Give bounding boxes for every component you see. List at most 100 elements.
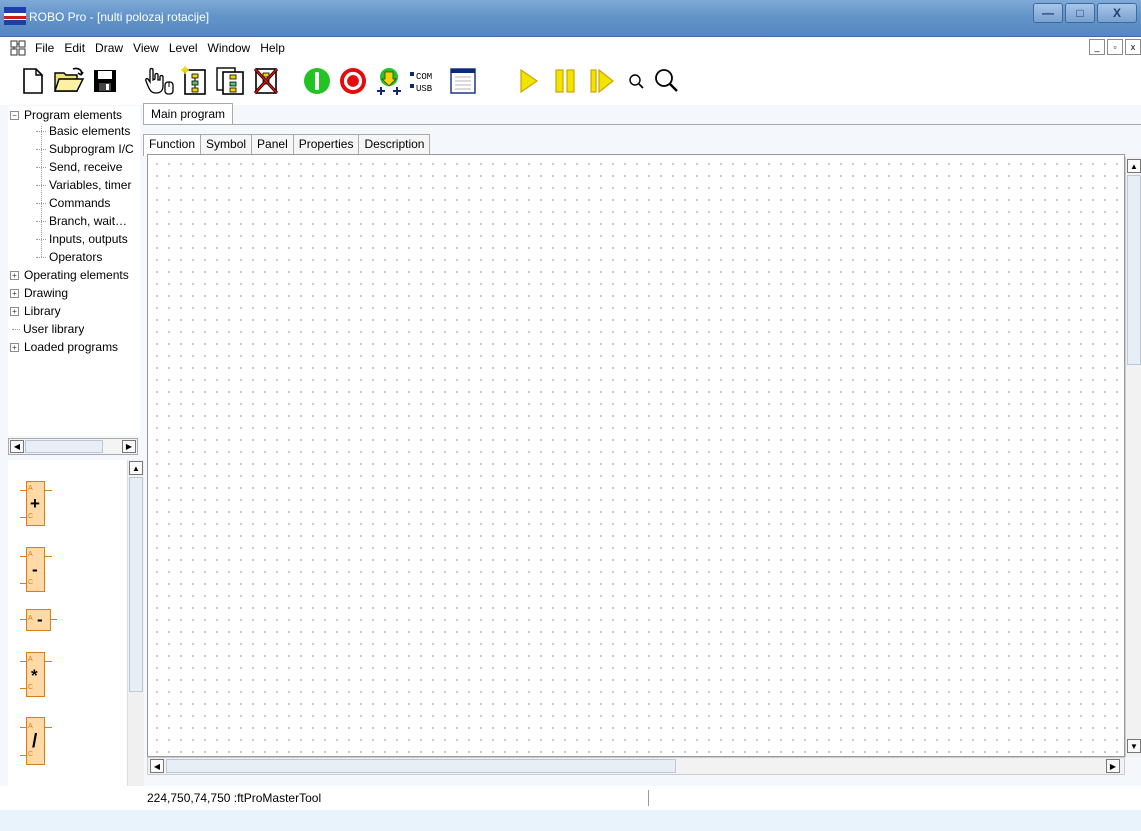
new-subprogram-button[interactable] (178, 64, 212, 98)
scroll-up-icon[interactable]: ▲ (1127, 159, 1141, 173)
operator-add[interactable]: A C + (18, 481, 58, 526)
pin-c-label: C (28, 684, 34, 691)
mdi-close-button[interactable]: x (1125, 39, 1141, 55)
tree-item-commands[interactable]: Commands (36, 194, 110, 212)
zoom-in-button[interactable] (650, 64, 684, 98)
toolbar: COM USB (0, 59, 1141, 105)
save-button[interactable] (88, 64, 122, 98)
tab-symbol[interactable]: Symbol (200, 134, 253, 155)
menu-file[interactable]: File (30, 41, 59, 55)
document-menu-icon[interactable] (10, 40, 26, 56)
tab-properties[interactable]: Properties (292, 134, 360, 155)
menu-draw[interactable]: Draw (90, 41, 128, 55)
menu-help[interactable]: Help (255, 41, 290, 55)
tree-item-inputs-outputs[interactable]: Inputs, outputs (36, 230, 128, 248)
scroll-right-icon[interactable]: ▶ (122, 440, 136, 453)
pin-c-label: C (28, 513, 34, 520)
scroll-left-icon[interactable]: ◀ (150, 759, 164, 773)
collapse-icon[interactable]: − (10, 111, 19, 121)
zoom-out-button[interactable] (620, 64, 654, 98)
tree-item-label: Operators (49, 250, 103, 264)
operator-divide[interactable]: A C / (18, 717, 58, 765)
status-text: 224,750,74,750 :ftProMasterTool (147, 791, 322, 805)
scroll-up-icon[interactable]: ▲ (129, 461, 143, 475)
tree-item-operating-elements[interactable]: + Operating elements (10, 266, 129, 284)
program-canvas[interactable] (147, 154, 1125, 757)
save-disk-icon (94, 70, 116, 92)
close-button[interactable]: X (1097, 3, 1137, 23)
tab-function[interactable]: Function (143, 134, 202, 156)
test-interface-button[interactable] (446, 64, 480, 98)
tree-item-loaded-programs[interactable]: + Loaded programs (10, 338, 118, 356)
scroll-right-icon[interactable]: ▶ (1106, 759, 1120, 773)
tree-item-label: Loaded programs (24, 340, 119, 354)
operator-subtract[interactable]: A C - (18, 547, 58, 592)
operator-palette: A C + A C - A - A C * A C / ▲ (8, 460, 144, 810)
tab-main-program[interactable]: Main program (143, 103, 234, 125)
download-button[interactable] (372, 64, 406, 98)
step-button[interactable] (584, 64, 618, 98)
multiply-icon: * (31, 666, 38, 685)
mdi-restore-button[interactable]: ▫ (1107, 39, 1123, 55)
tree-item-label: Branch, wait… (49, 214, 128, 228)
tree-item-drawing[interactable]: + Drawing (10, 284, 68, 302)
hand-select-button[interactable] (143, 64, 177, 98)
canvas-vertical-scrollbar[interactable]: ▲ ▼ (1125, 157, 1141, 757)
new-file-button[interactable] (16, 64, 50, 98)
stop-button[interactable] (336, 64, 370, 98)
menu-edit[interactable]: Edit (59, 41, 90, 55)
scroll-left-icon[interactable]: ◀ (10, 440, 24, 453)
view-tabs: Function Symbol Panel Properties Descrip… (143, 134, 431, 156)
tree-item-label: Variables, timer (49, 178, 132, 192)
tree-item-label: User library (23, 322, 85, 336)
status-bar: 224,750,74,750 :ftProMasterTool (0, 786, 1141, 810)
close-icon: X (1112, 6, 1121, 20)
minimize-button[interactable]: — (1033, 3, 1063, 23)
bottom-strip (0, 810, 1141, 831)
tab-panel[interactable]: Panel (251, 134, 294, 155)
start-online-icon (304, 68, 330, 94)
palette-vertical-scrollbar[interactable]: ▲ ▼ (127, 460, 144, 805)
expand-icon[interactable]: + (10, 271, 19, 281)
tree-item-send-receive[interactable]: Send, receive (36, 158, 122, 176)
tree-item-branch-wait[interactable]: Branch, wait… (36, 212, 127, 230)
maximize-button[interactable]: □ (1065, 3, 1095, 23)
expand-icon[interactable]: + (10, 343, 19, 353)
tree-item-subprogram-io[interactable]: Subprogram I/C (36, 140, 134, 158)
menu-level[interactable]: Level (164, 41, 203, 55)
tree-item-library[interactable]: + Library (10, 302, 61, 320)
start-button[interactable] (300, 64, 334, 98)
canvas-horizontal-scrollbar[interactable]: ◀ ▶ (147, 757, 1125, 775)
delete-subprogram-button[interactable] (249, 64, 283, 98)
mdi-restore-icon: ▫ (1113, 42, 1117, 52)
stop-icon (340, 68, 366, 94)
usb-label: USB (416, 84, 433, 94)
mdi-minimize-button[interactable]: _ (1089, 39, 1105, 55)
minimize-icon: — (1042, 6, 1054, 20)
copy-subprogram-button[interactable] (213, 64, 247, 98)
operator-negate[interactable]: A - (18, 609, 58, 631)
expand-icon[interactable]: + (10, 289, 19, 299)
menu-window[interactable]: Window (203, 41, 256, 55)
tree-item-basic-elements[interactable]: Basic elements (36, 122, 130, 140)
play-button[interactable] (511, 64, 545, 98)
pause-button[interactable] (548, 64, 582, 98)
tree-item-user-library[interactable]: User library (12, 320, 84, 338)
tab-description[interactable]: Description (358, 134, 431, 155)
pin-c-label: C (28, 751, 34, 758)
copy-subprogram-icon (216, 67, 244, 95)
zoom-out-icon (629, 74, 644, 89)
operator-multiply[interactable]: A C * (18, 652, 58, 697)
test-interface-icon (450, 68, 476, 94)
pin-a-label: A (28, 723, 33, 730)
tree-item-variables-timer[interactable]: Variables, timer (36, 176, 131, 194)
tree-horizontal-scrollbar[interactable]: ◀ ▶ (8, 438, 138, 455)
menu-view[interactable]: View (128, 41, 164, 55)
com-usb-button[interactable]: COM USB (408, 64, 442, 98)
menu-bar: File Edit Draw View Level Window Help _ … (0, 37, 1141, 59)
open-button[interactable] (52, 64, 86, 98)
tree-item-operators[interactable]: Operators (36, 248, 102, 266)
scroll-down-icon[interactable]: ▼ (1127, 739, 1141, 753)
expand-icon[interactable]: + (10, 307, 19, 317)
negate-icon: - (37, 610, 43, 629)
